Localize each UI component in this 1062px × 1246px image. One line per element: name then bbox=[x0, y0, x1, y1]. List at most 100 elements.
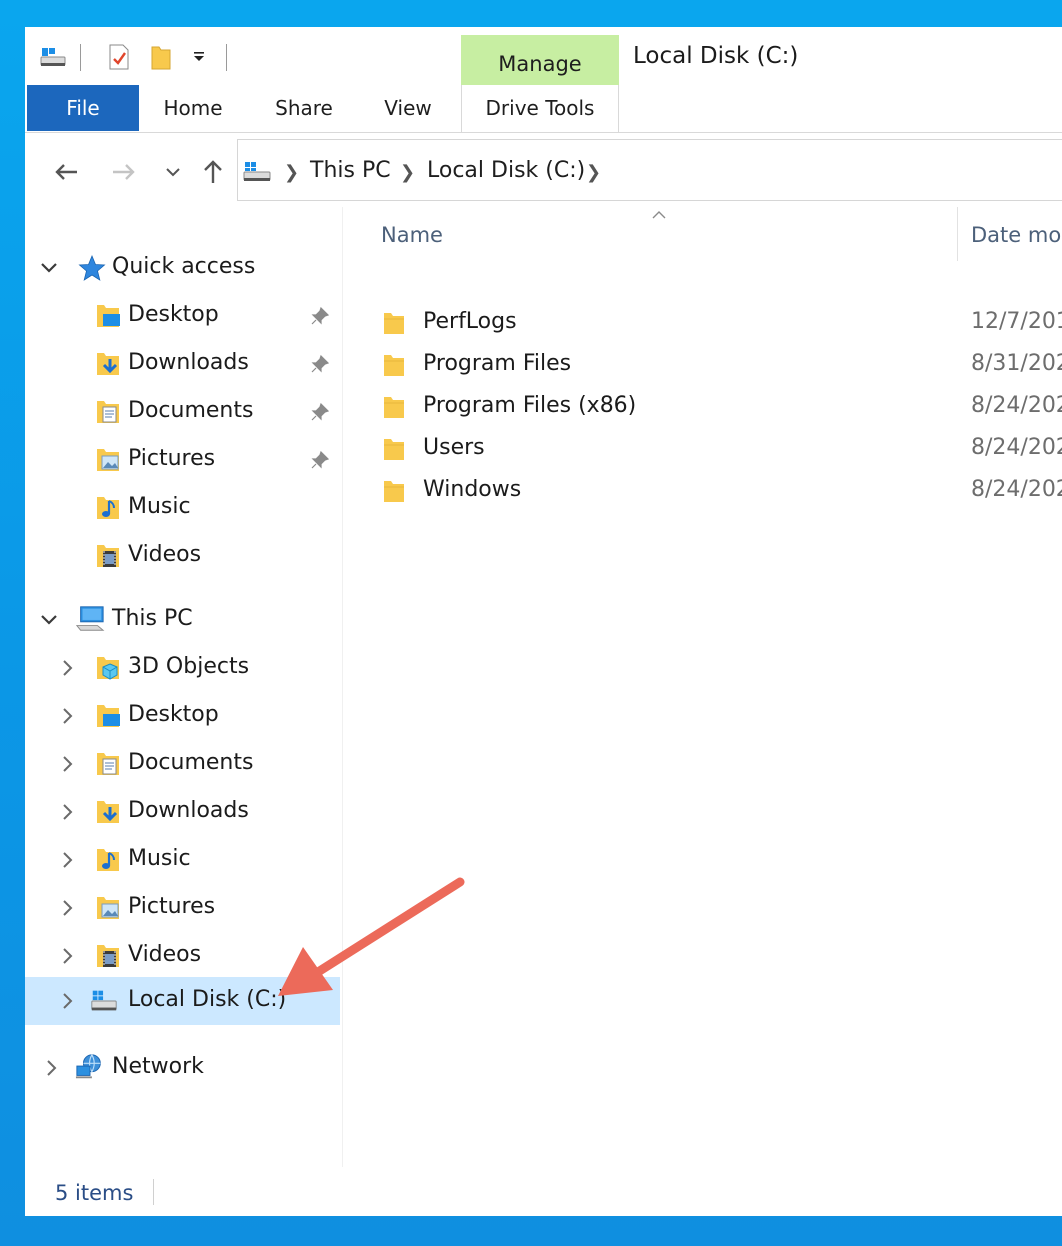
collapsed-chevron-icon[interactable] bbox=[57, 754, 77, 774]
sidebar-item-pictures[interactable]: Pictures bbox=[25, 437, 343, 483]
file-name: Windows bbox=[423, 477, 522, 502]
file-explorer-window: Manage Local Disk (C:) File Home Share V… bbox=[25, 27, 1062, 1216]
tree-quick-access[interactable]: Quick access bbox=[25, 245, 343, 291]
sidebar-item-local-disk[interactable]: Local Disk (C:) bbox=[25, 977, 340, 1025]
file-row[interactable]: Program Files 8/31/202 bbox=[343, 344, 1062, 386]
breadcrumb-this-pc[interactable]: This PC bbox=[310, 158, 391, 183]
pictures-folder-icon bbox=[93, 445, 123, 475]
tab-home[interactable]: Home bbox=[151, 85, 235, 131]
sidebar-item-pictures[interactable]: Pictures bbox=[25, 885, 343, 931]
folder-icon bbox=[384, 313, 404, 334]
collapsed-chevron-icon[interactable] bbox=[57, 946, 77, 966]
tab-manage[interactable]: Manage bbox=[461, 35, 619, 85]
file-name: Program Files (x86) bbox=[423, 393, 637, 418]
collapsed-chevron-icon[interactable] bbox=[41, 1058, 61, 1078]
file-name: Users bbox=[423, 435, 485, 460]
collapsed-chevron-icon[interactable] bbox=[57, 658, 77, 678]
tab-file[interactable]: File bbox=[27, 85, 139, 131]
column-header-name[interactable]: Name bbox=[381, 223, 443, 247]
sidebar-item-music[interactable]: Music bbox=[25, 837, 343, 883]
sort-ascending-icon bbox=[651, 205, 667, 224]
tree-network[interactable]: Network bbox=[25, 1045, 343, 1091]
sidebar-item-3d-objects[interactable]: 3D Objects bbox=[25, 645, 343, 691]
status-bar: 5 items bbox=[25, 1175, 1062, 1216]
tree-label-network: Network bbox=[112, 1054, 204, 1079]
pin-icon[interactable] bbox=[309, 449, 331, 471]
collapsed-chevron-icon[interactable] bbox=[57, 802, 77, 822]
sidebar-item-label: Downloads bbox=[128, 350, 249, 375]
breadcrumb-separator-icon[interactable]: ❯ bbox=[586, 162, 601, 183]
local-disk-icon bbox=[89, 986, 119, 1016]
file-date: 8/31/202 bbox=[971, 351, 1062, 376]
desktop-folder-icon bbox=[93, 701, 123, 731]
sidebar-item-desktop[interactable]: Desktop bbox=[25, 693, 343, 739]
file-date: 8/24/202 bbox=[971, 477, 1062, 502]
tree-this-pc[interactable]: This PC bbox=[25, 597, 343, 643]
drive-icon bbox=[242, 160, 272, 188]
pin-icon[interactable] bbox=[309, 353, 331, 375]
sidebar-item-documents[interactable]: Documents bbox=[25, 389, 343, 435]
pin-icon[interactable] bbox=[309, 305, 331, 327]
customize-toolbar-dropdown-icon[interactable] bbox=[185, 43, 213, 71]
new-folder-icon[interactable] bbox=[147, 43, 175, 71]
file-name: Program Files bbox=[423, 351, 572, 376]
sidebar-item-label: Videos bbox=[128, 942, 202, 967]
pin-icon[interactable] bbox=[309, 401, 331, 423]
sidebar-item-videos[interactable]: Videos bbox=[25, 533, 343, 579]
quick-access-toolbar bbox=[25, 27, 461, 85]
file-list-pane: Name Date mo PerfLogs 12/7/201 Program F… bbox=[343, 205, 1062, 1167]
folder-icon bbox=[384, 355, 404, 376]
collapsed-chevron-icon[interactable] bbox=[57, 850, 77, 870]
file-row[interactable]: Users 8/24/202 bbox=[343, 428, 1062, 470]
file-row[interactable]: Windows 8/24/202 bbox=[343, 470, 1062, 512]
tab-view[interactable]: View bbox=[371, 85, 445, 131]
sidebar-item-music[interactable]: Music bbox=[25, 485, 343, 531]
item-count: 5 items bbox=[55, 1181, 134, 1205]
up-arrow-icon[interactable] bbox=[197, 155, 229, 189]
sidebar-item-desktop[interactable]: Desktop bbox=[25, 293, 343, 339]
music-folder-icon bbox=[93, 493, 123, 523]
file-row[interactable]: PerfLogs 12/7/201 bbox=[343, 302, 1062, 344]
expanded-chevron-icon[interactable] bbox=[39, 258, 59, 278]
file-date: 12/7/201 bbox=[971, 309, 1062, 334]
window-title: Local Disk (C:) bbox=[633, 43, 799, 69]
ribbon-tabs: File Home Share View Drive Tools bbox=[25, 85, 1062, 133]
collapsed-chevron-icon[interactable] bbox=[57, 991, 77, 1011]
sidebar-item-label: Music bbox=[128, 494, 191, 519]
sidebar-item-label: Desktop bbox=[128, 302, 219, 327]
sidebar-item-label: Videos bbox=[128, 542, 202, 567]
network-icon bbox=[75, 1052, 105, 1082]
collapsed-chevron-icon[interactable] bbox=[57, 898, 77, 918]
sidebar-item-label: Pictures bbox=[128, 894, 216, 919]
sidebar-item-documents[interactable]: Documents bbox=[25, 741, 343, 787]
sidebar-item-videos[interactable]: Videos bbox=[25, 933, 343, 979]
documents-folder-icon bbox=[93, 397, 123, 427]
recent-locations-chevron-icon[interactable] bbox=[159, 155, 187, 189]
sidebar-item-downloads[interactable]: Downloads bbox=[25, 789, 343, 835]
tab-share[interactable]: Share bbox=[263, 85, 345, 131]
sidebar-item-downloads[interactable]: Downloads bbox=[25, 341, 343, 387]
3d-objects-folder-icon bbox=[93, 653, 123, 683]
breadcrumb-separator-icon[interactable]: ❯ bbox=[284, 162, 299, 183]
properties-icon[interactable] bbox=[105, 43, 133, 71]
breadcrumb-local-disk[interactable]: Local Disk (C:) bbox=[427, 158, 585, 183]
address-bar[interactable]: ❯ This PC ❯ Local Disk (C:) ❯ bbox=[237, 139, 1062, 201]
file-date: 8/24/202 bbox=[971, 435, 1062, 460]
column-header-date-modified[interactable]: Date mo bbox=[971, 223, 1061, 247]
videos-folder-icon bbox=[93, 541, 123, 571]
tree-label-quick-access: Quick access bbox=[112, 254, 256, 279]
computer-icon bbox=[75, 604, 105, 634]
file-row[interactable]: Program Files (x86) 8/24/202 bbox=[343, 386, 1062, 428]
breadcrumb-separator-icon[interactable]: ❯ bbox=[400, 162, 415, 183]
videos-folder-icon bbox=[93, 941, 123, 971]
navigation-pane: Quick access Desktop Downloads Documents… bbox=[25, 205, 343, 1167]
sidebar-item-label: Desktop bbox=[128, 702, 219, 727]
forward-arrow-icon[interactable] bbox=[107, 155, 141, 189]
back-arrow-icon[interactable] bbox=[49, 155, 83, 189]
drive-icon[interactable] bbox=[39, 43, 67, 71]
star-icon bbox=[77, 253, 107, 283]
expanded-chevron-icon[interactable] bbox=[39, 610, 59, 630]
collapsed-chevron-icon[interactable] bbox=[57, 706, 77, 726]
tab-drive-tools[interactable]: Drive Tools bbox=[461, 85, 619, 131]
navigation-bar: ❯ This PC ❯ Local Disk (C:) ❯ bbox=[25, 135, 1062, 203]
